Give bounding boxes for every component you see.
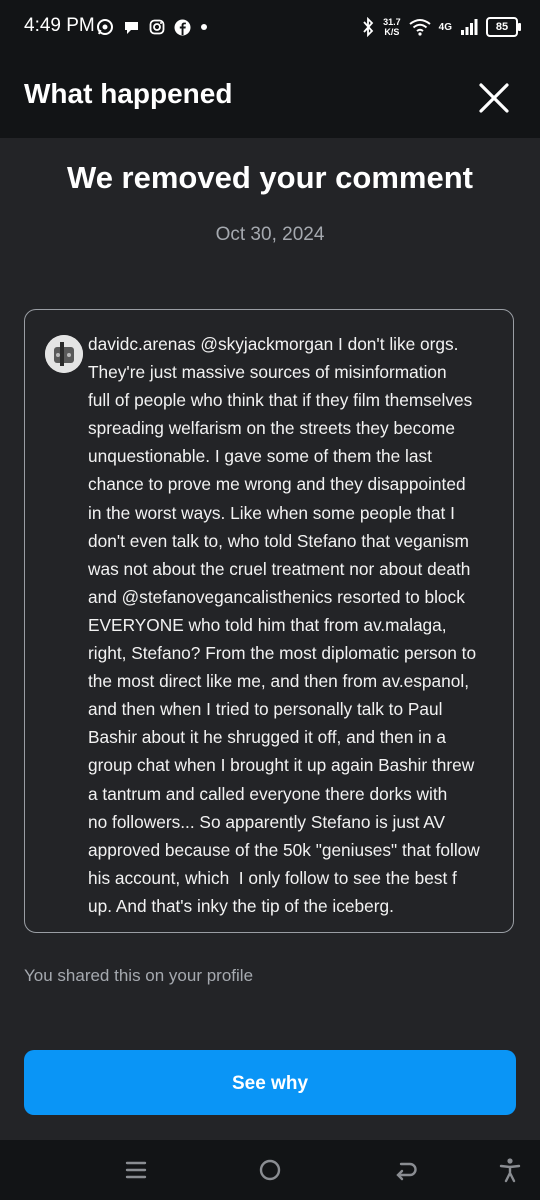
chat-icon	[125, 21, 138, 34]
menu-nav-button[interactable]	[122, 1156, 150, 1184]
accessibility-nav-button[interactable]	[496, 1156, 524, 1184]
navigation-bar	[0, 1140, 540, 1200]
avatar-image	[45, 335, 83, 373]
page-title: We removed your comment	[67, 160, 473, 195]
header: What happened	[0, 56, 540, 138]
net-speed-unit: K/S	[384, 27, 400, 37]
removal-date: Oct 30, 2024	[215, 224, 325, 245]
home-nav-button[interactable]	[256, 1156, 284, 1184]
status-right-icons: 31.7 K/S 4G 85	[361, 14, 521, 40]
dot-icon	[201, 24, 207, 30]
avatar	[45, 335, 83, 373]
network-type: 4G	[438, 21, 452, 33]
header-title: What happened	[24, 78, 233, 109]
bluetooth-icon	[363, 17, 374, 37]
close-icon	[479, 83, 509, 113]
see-why-button[interactable]: See why	[24, 1050, 516, 1115]
shared-note: You shared this on your profile	[24, 966, 254, 985]
signal-icon	[461, 19, 478, 35]
menu-icon	[125, 1161, 147, 1179]
back-nav-button[interactable]	[392, 1156, 420, 1184]
accessibility-icon	[499, 1158, 521, 1183]
whatsapp-icon	[97, 19, 113, 35]
home-icon	[259, 1159, 281, 1181]
status-time: 4:49 PM	[24, 15, 95, 36]
back-icon	[396, 1162, 417, 1181]
comment-text: davidc.arenas @skyjackmorgan I don't lik…	[88, 334, 480, 916]
close-button[interactable]	[472, 76, 516, 120]
notification-icons	[96, 16, 208, 38]
status-bar: 4:49 PM 31.7 K/S 4G 85	[0, 0, 540, 56]
facebook-icon	[174, 19, 191, 35]
net-speed-value: 31.7	[383, 17, 401, 27]
battery-indicator: 85	[486, 17, 521, 37]
instagram-icon	[149, 19, 165, 35]
wifi-icon	[409, 19, 431, 36]
comment-card: davidc.arenas @skyjackmorgan I don't lik…	[24, 309, 514, 933]
net-speed: 31.7 K/S	[383, 17, 401, 37]
